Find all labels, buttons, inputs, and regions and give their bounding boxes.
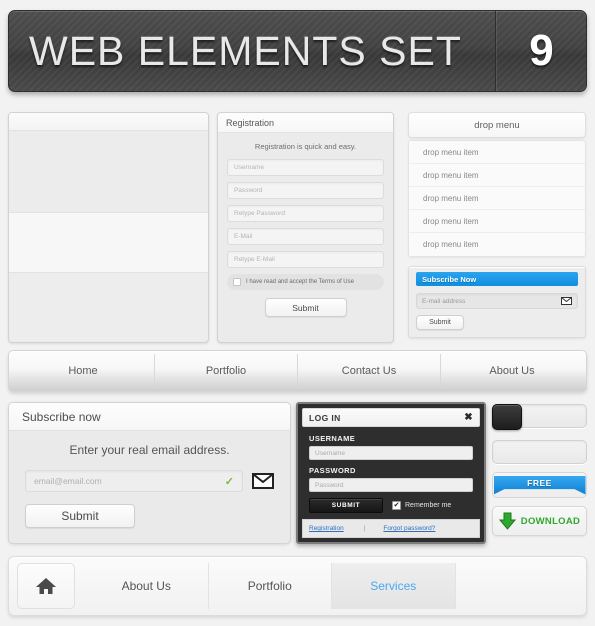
login-footer: Registration | Forgot password? — [302, 519, 480, 538]
toggle-switch[interactable] — [492, 404, 587, 430]
subscribe-email-placeholder-small: E-mail address — [422, 297, 466, 305]
retype-email-field[interactable]: Retype E-Mail — [227, 251, 384, 268]
username-field[interactable]: Username — [227, 159, 384, 176]
down-arrow-icon — [498, 512, 516, 530]
login-password-input[interactable]: Password — [309, 478, 473, 492]
drop-menu-item[interactable]: drop menu item — [409, 164, 585, 187]
login-password-label: PASSWORD — [309, 466, 356, 475]
subscribe-submit-button-small[interactable]: Submit — [416, 315, 464, 330]
toggle-knob[interactable] — [492, 404, 522, 430]
content-box-band-2 — [9, 131, 208, 213]
free-ribbon: FREE — [493, 475, 586, 495]
valid-check-icon: ✓ — [224, 475, 234, 488]
tab-services[interactable]: Services — [332, 563, 456, 609]
subscribe-now-large-panel: Subscribe now Enter your real email addr… — [8, 402, 291, 544]
registration-title: Registration — [218, 113, 393, 133]
subscribe-email-input-small[interactable]: E-mail address — [416, 293, 578, 309]
subscribe-submit-button-large[interactable]: Submit — [25, 504, 135, 528]
banner-title: WEB ELEMENTS SET — [9, 11, 496, 91]
subscribe-email-placeholder-large: email@email.com — [34, 476, 102, 486]
terms-label: I have read and accept the Terms of Use — [246, 279, 354, 285]
content-box-band-1 — [9, 113, 208, 131]
drop-menu-item[interactable]: drop menu item — [409, 187, 585, 210]
drop-menu-item[interactable]: drop menu item — [409, 141, 585, 164]
forgot-password-link[interactable]: Forgot password? — [383, 525, 435, 532]
nav-item-home[interactable]: Home — [12, 354, 155, 388]
nav-item-contact-us[interactable]: Contact Us — [298, 354, 441, 388]
subscribe-email-row: email@email.com ✓ — [25, 470, 274, 492]
subscribe-email-input-large[interactable]: email@email.com ✓ — [25, 470, 243, 492]
registration-link[interactable]: Registration — [309, 525, 344, 532]
drop-menu: drop menu drop menu item drop menu item … — [408, 112, 586, 257]
download-label: DOWNLOAD — [520, 515, 581, 527]
retype-password-field[interactable]: Retype Password — [227, 205, 384, 222]
login-actions: SUBMIT ✔ Remember me — [309, 498, 473, 513]
content-box-band-4 — [9, 273, 208, 341]
remember-me-checkbox[interactable]: ✔ — [392, 501, 401, 510]
registration-body: Registration is quick and easy. Username… — [218, 133, 393, 325]
login-submit-button[interactable]: SUBMIT — [309, 498, 383, 513]
drop-menu-item[interactable]: drop menu item — [409, 233, 585, 256]
banner-number: 9 — [496, 11, 586, 91]
drop-menu-item[interactable]: drop menu item — [409, 210, 585, 233]
subscribe-now-subtitle: Enter your real email address. — [69, 443, 230, 457]
subscribe-now-bar-title: Subscribe Now — [416, 272, 578, 286]
registration-submit-button[interactable]: Submit — [264, 298, 347, 317]
drop-menu-header[interactable]: drop menu — [408, 112, 586, 138]
envelope-icon — [252, 473, 274, 489]
terms-row[interactable]: I have read and accept the Terms of Use — [227, 274, 384, 290]
registration-subtitle: Registration is quick and easy. — [254, 142, 357, 151]
tab-empty[interactable] — [455, 563, 578, 609]
main-navbar: Home Portfolio Contact Us About Us — [8, 350, 587, 392]
login-username-label: USERNAME — [309, 434, 356, 443]
subscribe-now-small-panel: Subscribe Now E-mail address Submit — [408, 266, 586, 338]
remember-me-label: Remember me — [405, 502, 452, 509]
footer-separator: | — [363, 525, 366, 532]
envelope-icon — [561, 297, 572, 305]
terms-checkbox[interactable] — [233, 278, 241, 286]
drop-menu-list: drop menu item drop menu item drop menu … — [408, 140, 586, 257]
password-field[interactable]: Password — [227, 182, 384, 199]
home-tab-button[interactable] — [17, 563, 75, 609]
close-icon[interactable]: ✖ — [464, 412, 473, 423]
blank-panel — [492, 440, 587, 464]
nav-item-portfolio[interactable]: Portfolio — [155, 354, 298, 388]
nav-item-about-us[interactable]: About Us — [441, 354, 583, 388]
content-box — [8, 112, 209, 343]
login-modal: LOG IN ✖ USERNAME Username PASSWORD Pass… — [296, 402, 486, 544]
subscribe-now-body: Enter your real email address. email@ema… — [9, 431, 290, 540]
subscribe-now-title: Subscribe now — [9, 403, 290, 431]
tab-list: About Us Portfolio Services — [85, 563, 578, 609]
login-titlebar: LOG IN ✖ — [302, 408, 480, 427]
login-body: USERNAME Username PASSWORD Password SUBM… — [302, 427, 480, 518]
free-ribbon-wrapper: FREE — [492, 472, 587, 498]
content-box-band-3 — [9, 213, 208, 273]
home-icon — [35, 576, 57, 596]
tab-portfolio[interactable]: Portfolio — [208, 563, 332, 609]
tab-about-us[interactable]: About Us — [85, 563, 209, 609]
login-username-input[interactable]: Username — [309, 446, 473, 460]
registration-form: Registration Registration is quick and e… — [217, 112, 394, 343]
download-button[interactable]: DOWNLOAD — [492, 506, 587, 536]
remember-me-row[interactable]: ✔ Remember me — [392, 501, 451, 510]
header-banner: WEB ELEMENTS SET 9 — [8, 10, 587, 92]
email-field[interactable]: E-Mail — [227, 228, 384, 245]
login-title: LOG IN — [309, 412, 341, 423]
bottom-tabbar: About Us Portfolio Services — [8, 556, 587, 616]
